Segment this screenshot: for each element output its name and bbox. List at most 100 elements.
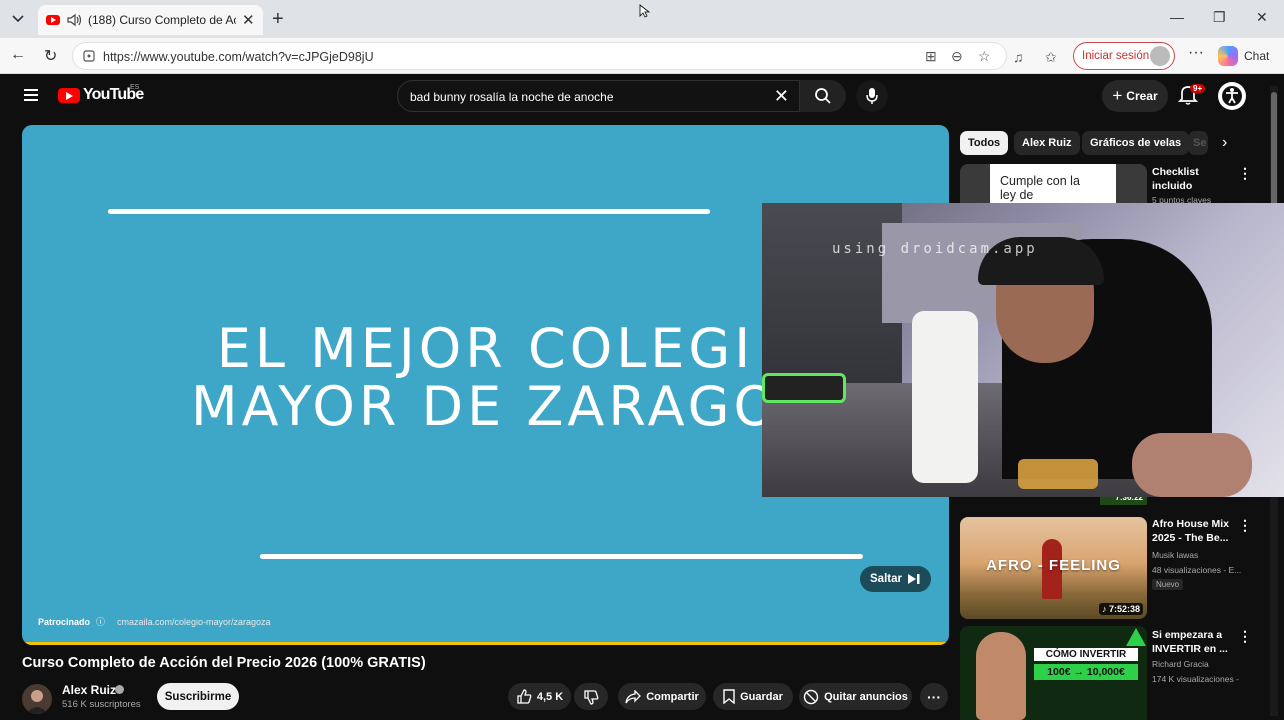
remove-ads-label: Quitar anuncios (824, 690, 908, 703)
youtube-header: YouTube ES bad bunny rosalía la noche de… (4, 75, 1280, 117)
rec-thumb-text-1: Cumple con la ley de (1000, 174, 1080, 202)
url-text: https://www.youtube.com/watch?v=cJPGjeD9… (103, 50, 374, 64)
rec-title-3[interactable]: Si empezara a INVERTIR en ... (1152, 628, 1232, 656)
more-menu-icon[interactable]: ··· (1188, 44, 1204, 62)
rec-channel-2[interactable]: Musik lawas (1152, 550, 1198, 560)
favorites-icon[interactable]: ✩ (1045, 49, 1057, 66)
mouse-cursor-icon (639, 4, 651, 18)
chevron-right-icon[interactable]: › (1222, 134, 1227, 152)
browser-tab[interactable]: (188) Curso Completo de Acci ✕ (38, 5, 263, 35)
video-title: Curso Completo de Acción del Precio 2026… (22, 655, 426, 671)
new-tab-icon[interactable]: + (272, 8, 284, 31)
site-info-icon[interactable] (82, 49, 96, 63)
youtube-favicon-icon (46, 15, 60, 25)
rec-title-2[interactable]: Afro House Mix 2025 - The Be... (1152, 517, 1232, 545)
ad-url-link[interactable]: cmazaila.com/colegio-mayor/zaragoza (117, 617, 271, 627)
like-count: 4,5 K (536, 690, 564, 703)
plus-icon: + (1112, 86, 1123, 105)
rec-thumbnail-1[interactable]: Cumple con la ley de (960, 164, 1147, 204)
rec-duration-2-value: 7:52:38 (1108, 604, 1140, 614)
led-device (762, 373, 846, 403)
block-icon (803, 689, 819, 704)
sign-in-button[interactable]: Iniciar sesión (1073, 42, 1175, 70)
ad-decor-line-bottom (260, 554, 863, 559)
notification-count-badge: 9+ (1190, 84, 1206, 93)
search-icon (815, 88, 831, 104)
restore-icon[interactable]: ❐ (1213, 9, 1226, 26)
account-avatar[interactable] (1218, 82, 1246, 110)
like-button[interactable]: 4,5 K (508, 683, 571, 710)
rec-thumb-text-3a: CÓMO INVERTIR (1034, 648, 1138, 661)
remove-ads-button[interactable]: Quitar anuncios (799, 683, 912, 710)
minimize-icon[interactable]: — (1170, 9, 1184, 25)
verified-icon (115, 685, 124, 694)
speaker-icon[interactable] (66, 13, 82, 27)
zoom-icon[interactable]: ⊖ (951, 48, 963, 65)
search-button[interactable] (800, 80, 846, 112)
voice-search-button[interactable] (856, 80, 888, 112)
rec-more-icon-3[interactable]: ⋮ (1238, 628, 1252, 645)
youtube-play-icon (58, 87, 80, 103)
share-button[interactable]: Compartir (618, 683, 706, 710)
tab-list-button[interactable] (6, 7, 30, 31)
favorite-star-icon[interactable]: ☆ (978, 48, 991, 65)
clear-search-icon[interactable]: ✕ (774, 86, 789, 107)
new-badge: Nuevo (1152, 579, 1184, 590)
thumbs-down-icon (584, 689, 599, 705)
url-field[interactable]: https://www.youtube.com/watch?v=cJPGjeD9… (72, 42, 1007, 70)
chip-todos[interactable]: Todos (960, 131, 1009, 155)
rec-thumb-text-3b: 100€ → 10,000€ (1034, 664, 1138, 680)
subscribe-button[interactable]: Suscribirme (157, 683, 239, 710)
chip-alex-ruiz[interactable]: Alex Ruiz (1014, 131, 1080, 155)
ad-decor-line-top (108, 209, 710, 214)
scrollbar-thumb[interactable] (1271, 92, 1277, 207)
browser-tab-bar: (188) Curso Completo de Acci ✕ + — ❐ ✕ (0, 0, 1284, 38)
tab-close-icon[interactable]: ✕ (242, 11, 255, 29)
skip-ad-button[interactable]: Saltar (860, 566, 931, 592)
create-button[interactable]: + Crear (1102, 80, 1168, 112)
thumbs-up-icon (517, 688, 532, 704)
back-icon[interactable]: ← (10, 46, 26, 64)
channel-avatar[interactable] (22, 684, 52, 714)
app-available-icon[interactable]: ⊞ (925, 48, 937, 65)
hamburger-menu-icon[interactable] (24, 89, 38, 101)
rec-thumb-text-2: AFRO - FEELING (986, 557, 1121, 574)
reload-icon[interactable]: ↻ (44, 46, 57, 66)
dislike-button[interactable] (574, 683, 608, 710)
chip-graficos-de-velas[interactable]: Gráficos de velas (1082, 131, 1190, 155)
rec-channel-3[interactable]: Richard Gracia (1152, 659, 1209, 669)
more-horizontal-icon: ··· (927, 688, 941, 705)
rec-more-icon-1[interactable]: ⋮ (1238, 165, 1252, 182)
rec-views-2: 48 visualizaciones - E... (1152, 565, 1242, 575)
sponsored-label: Patrocinado (38, 617, 91, 627)
bookmark-icon (723, 689, 735, 704)
rec-more-icon-2[interactable]: ⋮ (1238, 517, 1252, 534)
rec-views-3: 174 K visualizaciones - (1152, 674, 1239, 684)
webcam-watermark: using droidcam.app (832, 241, 1038, 257)
region-code: ES (130, 84, 140, 91)
info-icon[interactable]: ⓘ (96, 615, 105, 628)
rec-thumbnail-2[interactable]: AFRO - FEELING ♪ 7:52:38 (960, 517, 1147, 619)
arrow-up-icon (1126, 628, 1146, 646)
rec-thumbnail-3[interactable]: CÓMO INVERTIR 100€ → 10,000€ (960, 626, 1147, 720)
copilot-icon (1218, 46, 1238, 66)
accessibility-icon (1222, 86, 1242, 106)
skip-next-icon (907, 574, 920, 584)
more-actions-button[interactable]: ··· (920, 683, 948, 710)
tab-title: (188) Curso Completo de Acci (88, 13, 236, 27)
skip-label: Saltar (870, 573, 902, 585)
copilot-chat-button[interactable]: Chat (1218, 46, 1269, 66)
ad-progress-bar[interactable] (22, 642, 949, 645)
rec-title-1[interactable]: Checklist incluido (1152, 165, 1232, 193)
window-close-icon[interactable]: ✕ (1256, 9, 1268, 26)
save-button[interactable]: Guardar (713, 683, 793, 710)
chip-truncated[interactable]: Se (1188, 131, 1208, 155)
person-hand (1132, 433, 1252, 497)
chevron-down-icon (12, 15, 24, 23)
chat-label: Chat (1244, 49, 1270, 63)
channel-name[interactable]: Alex Ruiz (62, 683, 116, 697)
progress-fill (22, 642, 949, 645)
share-icon (625, 689, 642, 703)
media-control-icon[interactable]: ♫ (1013, 49, 1024, 65)
search-input[interactable]: bad bunny rosalía la noche de anoche ✕ (397, 80, 800, 112)
